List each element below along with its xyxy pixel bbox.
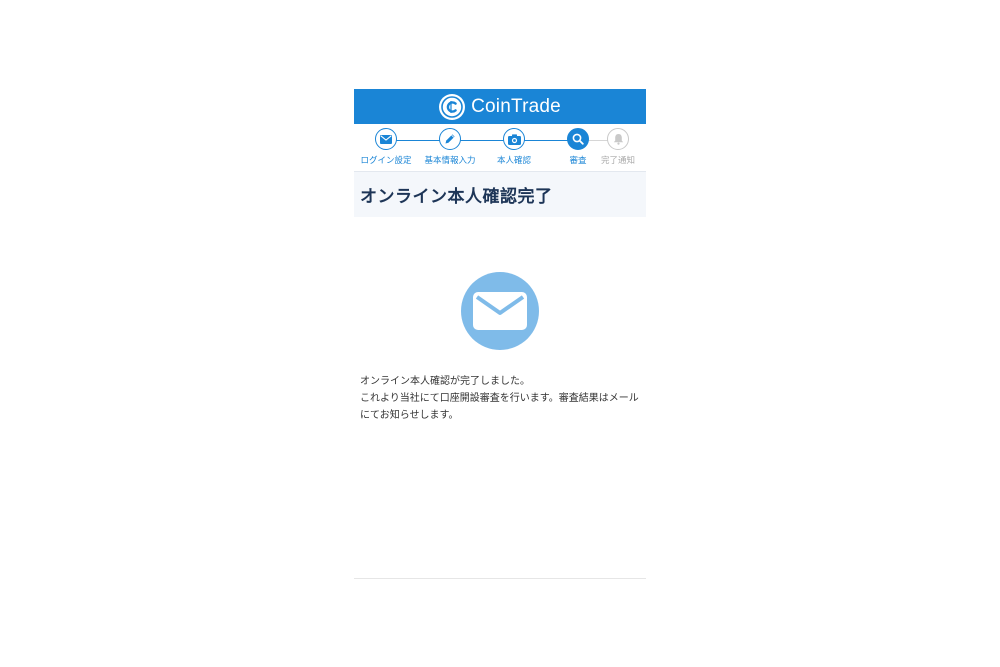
step-circle-inactive [607, 128, 629, 150]
step-circle [375, 128, 397, 150]
search-icon [572, 133, 584, 145]
step-label: 審査 [569, 156, 587, 166]
step-circle-current [567, 128, 589, 150]
page-title: オンライン本人確認完了 [360, 187, 553, 207]
step-label: 本人確認 [496, 156, 531, 166]
progress-steps: ログイン設定 基本情報入力 本人確認 審査 完了通知 [354, 124, 646, 171]
step-label: 基本情報入力 [424, 156, 476, 166]
bell-icon [613, 134, 623, 145]
step-label: 完了通知 [600, 156, 635, 166]
brand-name: CoinTrade [471, 95, 561, 117]
app-header: CoinTrade [354, 89, 646, 124]
step-completion-notice: 完了通知 [586, 128, 650, 166]
pencil-icon [445, 134, 455, 144]
message-line: これより当社にて口座開設審査を行います。審査結果はメールにてお知らせします。 [360, 393, 639, 421]
step-circle [503, 128, 525, 150]
step-identity-check: 本人確認 [482, 128, 546, 166]
page-title-bar: オンライン本人確認完了 [354, 171, 646, 217]
coin-c-icon [439, 93, 466, 120]
step-circle [439, 128, 461, 150]
app-screen: CoinTrade ログイン設定 基本情報入力 本人確認 審査 完了通知 オンラ… [354, 89, 646, 579]
step-basic-info: 基本情報入力 [418, 128, 482, 166]
step-login-settings: ログイン設定 [354, 128, 418, 166]
camera-icon [507, 133, 521, 145]
completion-message: オンライン本人確認が完了しました。 これより当社にて口座開設審査を行います。審査… [360, 373, 644, 424]
step-label: ログイン設定 [360, 156, 412, 166]
message-line: オンライン本人確認が完了しました。 [360, 376, 530, 387]
divider [354, 578, 646, 579]
mail-icon [380, 134, 392, 144]
envelope-icon [461, 272, 539, 350]
